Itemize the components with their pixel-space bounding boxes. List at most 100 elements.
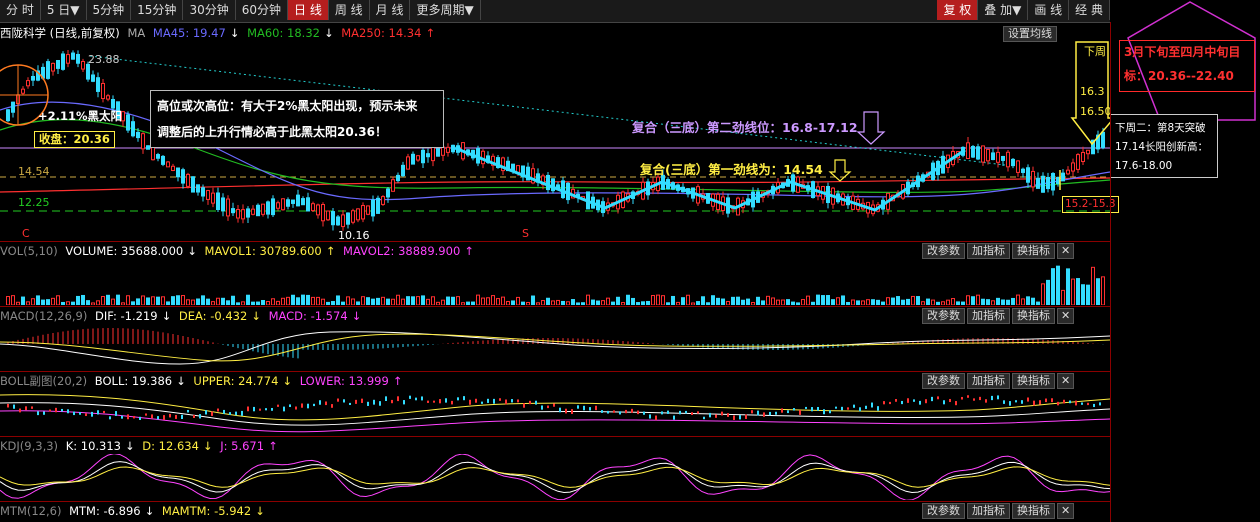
boll-add-indicator-button[interactable]: 加指标: [967, 373, 1010, 389]
macd-panel-header: MACD(12,26,9) DIF: -1.219 ↓ DEA: -0.432 ↓ …: [0, 309, 362, 323]
boll-price-mark: [1063, 399, 1065, 404]
volume-bar: [371, 298, 375, 305]
volume-bar: [771, 297, 775, 305]
tab-15min[interactable]: 15分钟: [131, 0, 184, 20]
macd-switch-indicator-button[interactable]: 换指标: [1012, 308, 1055, 324]
volume-bar: [276, 300, 280, 305]
mtm-name: MTM(12,6): [0, 504, 62, 518]
volume-bar: [571, 299, 575, 305]
tab-daily[interactable]: 日 线: [288, 0, 329, 20]
volume-bar: [586, 294, 590, 305]
volume-bar: [56, 295, 60, 305]
boll-price-mark: [757, 410, 759, 416]
boll-change-params-button[interactable]: 改参数: [922, 373, 965, 389]
tab-30min[interactable]: 30分钟: [183, 0, 236, 20]
target-line-2: 标：20.36--22.40: [1124, 69, 1234, 83]
volume-bar: [781, 299, 785, 305]
tab-more-periods[interactable]: 更多周期▼: [410, 0, 481, 20]
boll-price-mark: [961, 396, 963, 400]
candle-body: [66, 54, 70, 64]
vol-chart: [6, 265, 1105, 305]
boll-price-mark: [211, 411, 213, 416]
volume-bar: [666, 302, 670, 305]
tab-5min[interactable]: 5分钟: [87, 0, 132, 20]
volume-bar: [561, 300, 565, 305]
tab-overlay[interactable]: 叠 加▼: [978, 0, 1029, 20]
boll-price-mark: [1075, 400, 1077, 406]
candle-body: [1051, 173, 1055, 191]
tab-5day[interactable]: 5 日▼: [41, 0, 87, 20]
mtm-close-button[interactable]: ✕: [1057, 503, 1075, 519]
right-divider: [1110, 22, 1111, 522]
boll-price-mark: [991, 395, 993, 401]
candle-body: [391, 179, 395, 192]
mtm-add-indicator-button[interactable]: 加指标: [967, 503, 1010, 519]
macd-close-button[interactable]: ✕: [1057, 308, 1075, 324]
volume-bar: [81, 294, 85, 305]
macd-change-params-button[interactable]: 改参数: [922, 308, 965, 324]
ma60-value: MA60: 18.32: [247, 26, 320, 40]
macd-add-indicator-button[interactable]: 加指标: [967, 308, 1010, 324]
volume-bar: [546, 297, 550, 305]
volume-bar: [391, 298, 395, 305]
candle-body: [61, 53, 65, 70]
volume-bar: [556, 299, 560, 305]
candle-body: [416, 155, 420, 161]
boll-price-mark: [1003, 400, 1005, 404]
candle-body: [1006, 151, 1010, 168]
main-panel-header: 西陇科学 (日线,前复权) MA MA45: 19.47 ↓ MA60: 18.3…: [0, 26, 436, 40]
volume-bar: [981, 298, 985, 305]
candle-body: [161, 155, 165, 165]
vol-separator: [0, 241, 1110, 242]
candle-body: [431, 146, 435, 162]
candle-body: [971, 145, 975, 158]
volume-bar: [231, 295, 235, 305]
tab-intraday[interactable]: 分 时: [0, 0, 41, 20]
tab-draw-line[interactable]: 画 线: [1028, 0, 1070, 20]
volume-bar: [291, 294, 295, 305]
volume-bar: [296, 297, 300, 305]
vol-change-params-button[interactable]: 改参数: [922, 243, 965, 259]
mtm-change-params-button[interactable]: 改参数: [922, 503, 965, 519]
vol-add-indicator-button[interactable]: 加指标: [967, 243, 1010, 259]
boll-price-mark: [445, 398, 447, 403]
boll-price-mark: [907, 398, 909, 403]
boll-close-button[interactable]: ✕: [1057, 373, 1075, 389]
candle-body: [166, 161, 170, 168]
candle-body: [271, 198, 275, 216]
tab-60min[interactable]: 60分钟: [236, 0, 288, 20]
tab-monthly[interactable]: 月 线: [370, 0, 411, 20]
volume-bar: [216, 297, 220, 305]
down-arrow-yellow: [828, 159, 852, 182]
volume-bar: [436, 301, 440, 305]
candle-body: [11, 101, 15, 113]
boll-price-mark: [73, 411, 75, 416]
volume-bar: [211, 301, 215, 305]
boll-price-mark: [1033, 400, 1035, 406]
vol-close-button[interactable]: ✕: [1057, 243, 1075, 259]
volume-bar: [621, 302, 625, 305]
boll-price-mark: [349, 402, 351, 405]
vol-switch-indicator-button[interactable]: 换指标: [1012, 243, 1055, 259]
boll-switch-indicator-button[interactable]: 换指标: [1012, 373, 1055, 389]
candle-body: [336, 216, 340, 226]
volume-bar: [471, 301, 475, 305]
boll-price-mark: [1087, 402, 1089, 406]
boll-price-mark: [157, 416, 159, 420]
boll-panel-buttons: 改参数 加指标 换指标 ✕: [922, 373, 1080, 389]
volume-bar: [1041, 283, 1045, 305]
candle-body: [106, 95, 110, 100]
tab-classic[interactable]: 经 典: [1069, 0, 1110, 20]
boll-price-mark: [997, 395, 999, 400]
candle-body: [21, 88, 25, 94]
tab-weekly[interactable]: 周 线: [329, 0, 370, 20]
macd-panel-buttons: 改参数 加指标 换指标 ✕: [922, 308, 1080, 324]
boll-price-mark: [847, 407, 849, 410]
tab-restore-rights[interactable]: 复 权: [937, 0, 979, 20]
candle-body: [981, 145, 985, 163]
mtm-switch-indicator-button[interactable]: 换指标: [1012, 503, 1055, 519]
candle-body: [1081, 152, 1085, 162]
mtm-panel-header: MTM(12,6) MTM: -6.896 ↓ MAMTM: -5.942 ↓: [0, 504, 265, 518]
boll-price-mark: [295, 406, 297, 410]
boll-price-mark: [745, 414, 747, 419]
